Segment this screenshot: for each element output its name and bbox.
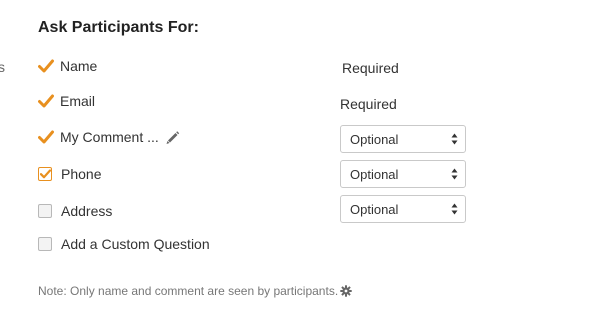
- field-label-name: Name: [60, 58, 98, 74]
- select-value: Optional: [350, 131, 399, 147]
- field-label-comment: My Comment ...: [60, 129, 159, 145]
- field-row-comment: My Comment ...: [38, 126, 180, 148]
- field-label-custom-question: Add a Custom Question: [61, 236, 210, 252]
- phone-checkbox[interactable]: [38, 167, 52, 181]
- phone-requirement-select[interactable]: Optional: [340, 160, 466, 188]
- address-requirement-select[interactable]: Optional: [340, 195, 466, 223]
- up-down-arrows-icon: [451, 168, 458, 183]
- clipped-edge-text: s: [0, 59, 5, 75]
- field-label-phone: Phone: [61, 166, 102, 182]
- field-row-address: Address: [38, 200, 112, 222]
- privacy-note: Note: Only name and comment are seen by …: [38, 284, 352, 298]
- participant-fields-panel: s Ask Participants For: Name Required Em…: [0, 0, 610, 318]
- field-row-custom-question: Add a Custom Question: [38, 233, 210, 255]
- status-name: Required: [342, 60, 399, 76]
- checkmark-icon: [38, 58, 54, 74]
- status-email: Required: [340, 96, 397, 112]
- field-row-phone: Phone: [38, 163, 101, 185]
- field-label-email: Email: [60, 93, 96, 109]
- up-down-arrows-icon: [451, 133, 458, 148]
- comment-requirement-select[interactable]: Optional: [340, 125, 466, 153]
- field-row-name: Name: [38, 55, 97, 77]
- section-heading: Ask Participants For:: [38, 19, 199, 36]
- privacy-note-text: Note: Only name and comment are seen by …: [38, 284, 339, 298]
- field-label-address: Address: [61, 203, 113, 219]
- gear-icon[interactable]: [340, 285, 352, 297]
- select-value: Optional: [350, 201, 399, 217]
- address-checkbox[interactable]: [38, 204, 52, 218]
- custom-question-checkbox[interactable]: [38, 237, 52, 251]
- checkmark-icon: [38, 129, 54, 145]
- select-value: Optional: [350, 166, 399, 182]
- field-row-email: Email: [38, 90, 95, 112]
- up-down-arrows-icon: [451, 203, 458, 218]
- checkmark-icon: [38, 93, 54, 109]
- pencil-icon[interactable]: [165, 130, 180, 145]
